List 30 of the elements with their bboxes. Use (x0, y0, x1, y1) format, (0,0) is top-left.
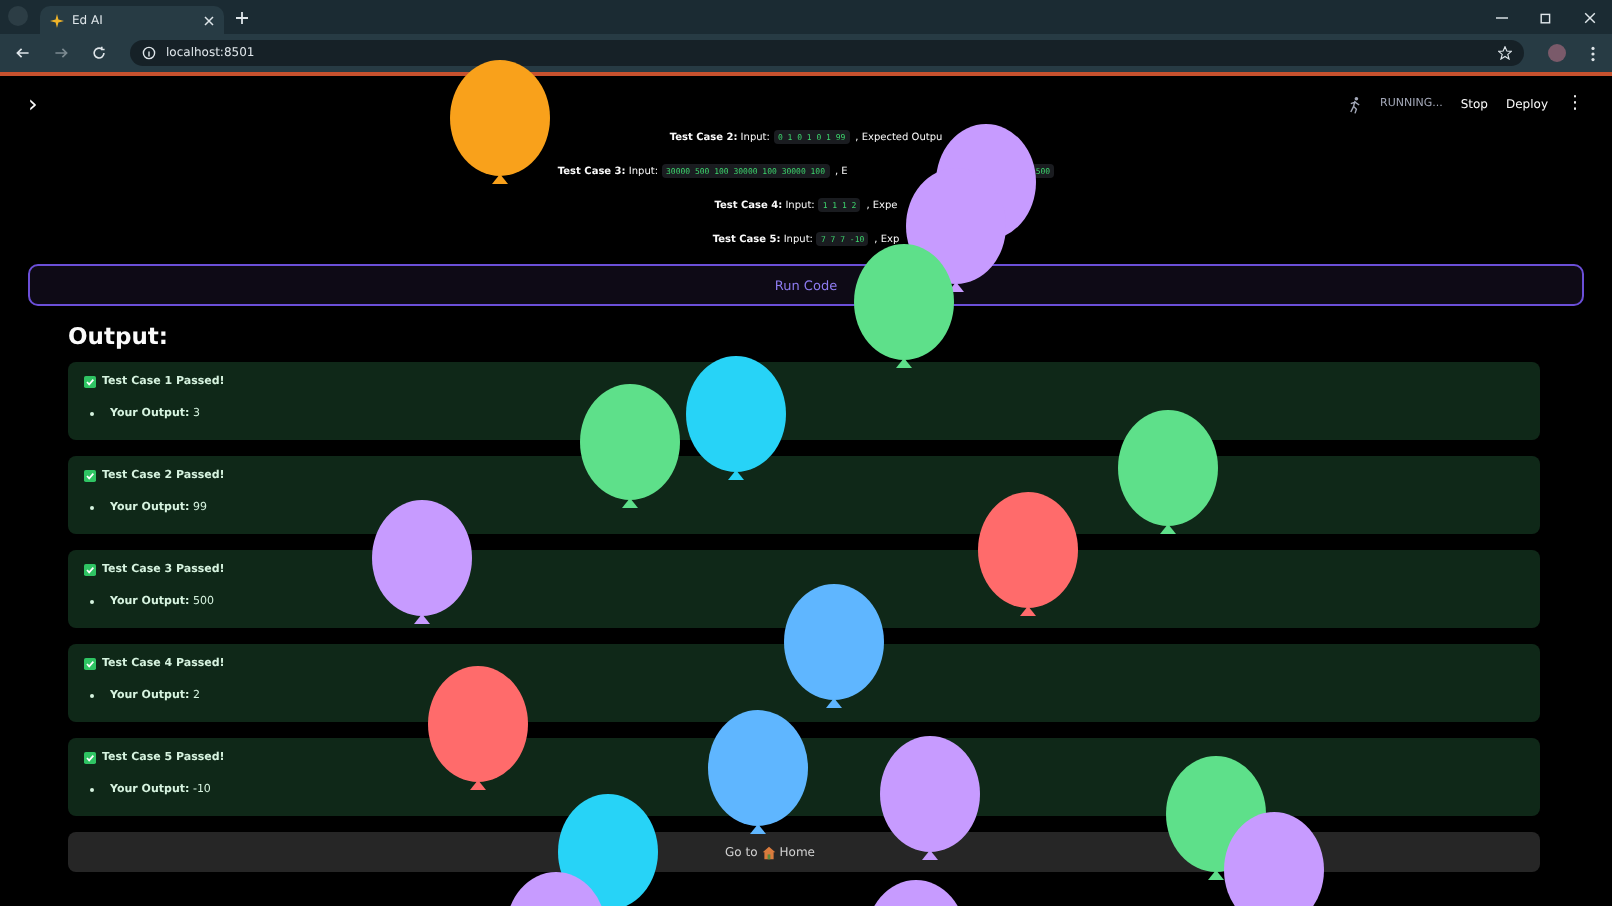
house-icon (761, 845, 776, 859)
reload-icon[interactable] (92, 46, 106, 60)
balloon-drawing (580, 384, 680, 508)
close-icon[interactable] (204, 15, 214, 25)
balloon-drawing (708, 710, 808, 834)
balloon-drawing (450, 60, 550, 184)
sparkle-icon (50, 13, 64, 27)
balloon-drawing (854, 244, 954, 368)
sidebar-toggle[interactable]: › (28, 90, 38, 118)
star-icon[interactable] (1498, 46, 1512, 60)
minimize-icon[interactable] (1496, 11, 1508, 23)
restore-icon[interactable] (1540, 11, 1552, 23)
close-icon[interactable] (1584, 11, 1596, 23)
forward-icon[interactable] (54, 46, 68, 60)
balloon-drawing (1118, 410, 1218, 534)
back-icon[interactable] (16, 46, 30, 60)
balloon-drawing (686, 356, 786, 480)
running-person-icon (1348, 95, 1363, 113)
site-info-icon[interactable] (142, 46, 156, 60)
main-menu-button[interactable]: ⋮ (1566, 94, 1584, 114)
balloon-drawing (372, 500, 472, 624)
more-icon[interactable] (1590, 45, 1596, 61)
balloon-drawing (978, 492, 1078, 616)
new-tab-icon[interactable] (236, 12, 248, 24)
balloon-drawing (906, 168, 1006, 292)
balloon-drawing (784, 584, 884, 708)
balloon-drawing (880, 736, 980, 860)
output-heading: Output: (68, 322, 170, 350)
balloon-drawing (1224, 812, 1324, 906)
balloon-drawing (428, 666, 528, 790)
